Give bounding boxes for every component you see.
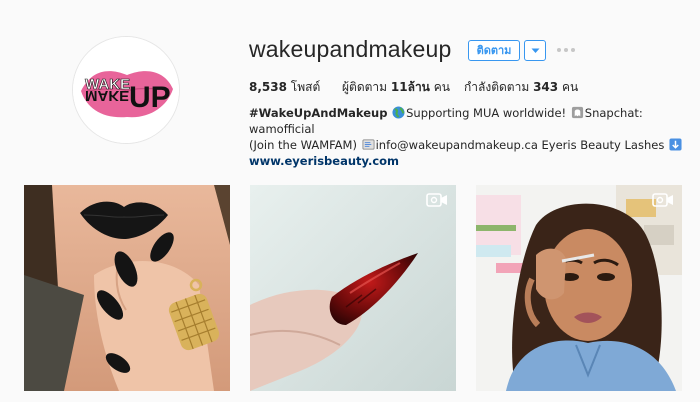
following-label: กำลังติดตาม (464, 80, 530, 94)
following-unit: คน (561, 80, 579, 94)
bio-website-link[interactable]: www.eyerisbeauty.com (249, 153, 689, 169)
followers-unit: คน (433, 80, 450, 94)
post-tile[interactable] (250, 185, 456, 391)
video-icon (426, 193, 447, 207)
video-icon (652, 193, 673, 207)
followers-label: ผู้ติดตาม (342, 80, 388, 94)
post-image (24, 185, 230, 391)
globe-icon (392, 106, 405, 119)
arrow-down-icon (669, 138, 682, 151)
followers-count: 11ล้าน (390, 80, 430, 94)
posts-grid (0, 185, 700, 397)
logo-make-text: MAKE (85, 87, 129, 104)
ellipsis-icon (557, 48, 575, 52)
post-tile[interactable] (24, 185, 230, 391)
bio-email: info@wakeupandmakeup.ca Eyeris Beauty La… (375, 138, 665, 152)
ghost-icon (571, 106, 583, 119)
profile-bio: #WakeUpAndMakeup Supporting MUA worldwid… (249, 105, 689, 169)
post-image (476, 185, 682, 391)
chevron-down-icon (531, 48, 540, 53)
bio-line2: (Join the WAMFAM) (249, 138, 357, 152)
suggestions-dropdown-button[interactable] (524, 40, 546, 61)
post-image (250, 185, 456, 391)
profile-username: wakeupandmakeup (249, 36, 452, 62)
profile-avatar[interactable]: WAKE MAKE UP (72, 36, 180, 144)
posts-label: โพสต์ (290, 80, 321, 94)
following-stat[interactable]: กำลังติดตาม 343 คน (464, 78, 578, 97)
posts-stat: 8,538 โพสต์ (249, 78, 320, 97)
followers-stat[interactable]: ผู้ติดตาม 11ล้าน คน (342, 78, 450, 97)
post-tile[interactable] (476, 185, 682, 391)
follow-button[interactable]: ติดตาม (468, 40, 520, 61)
bio-line1: Supporting MUA worldwide! (406, 106, 567, 120)
posts-count: 8,538 (249, 80, 287, 94)
bio-hashtag[interactable]: #WakeUpAndMakeup (249, 106, 387, 120)
more-options-button[interactable] (556, 44, 576, 56)
logo-up-text: UP (129, 81, 171, 114)
email-icon (362, 139, 375, 150)
following-count: 343 (533, 80, 559, 94)
